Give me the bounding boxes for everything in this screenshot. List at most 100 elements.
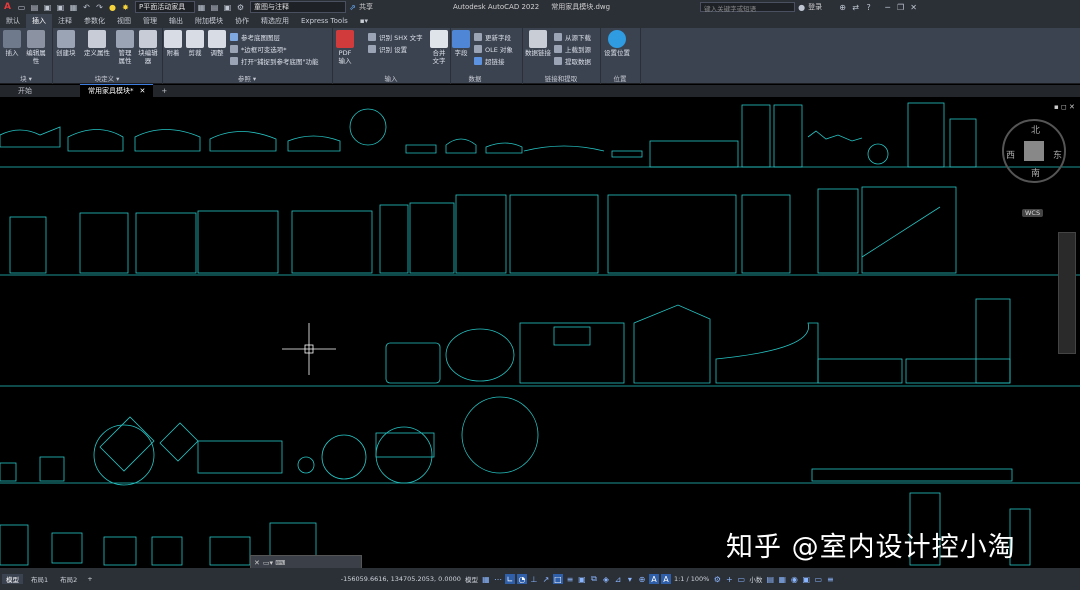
coordinate-readout[interactable]: -156059.6616, 134705.2053, 0.0000 — [341, 575, 461, 583]
annotation-visibility-icon[interactable]: A — [648, 574, 659, 584]
ole-object-row[interactable]: OLE 对象 — [474, 43, 513, 54]
quick-properties-icon[interactable]: ▤ — [765, 574, 775, 584]
upload-to-source-row[interactable]: 上载到源 — [554, 43, 591, 54]
create-block-button[interactable]: 创建块 — [56, 30, 76, 57]
search-input[interactable]: 键入关键字或短语 — [700, 2, 796, 13]
ribbon-tab[interactable]: Express Tools — [295, 14, 354, 28]
dynamic-ucs-icon[interactable]: ⊿ — [613, 574, 623, 584]
ribbon-tab[interactable]: 注释 — [52, 14, 78, 28]
viewport-controls[interactable]: ▪ ◻ ✕ — [1054, 103, 1075, 111]
object-snap-tracking-icon[interactable]: ↗ — [541, 574, 551, 584]
sun-icon[interactable]: ✸ — [121, 3, 130, 12]
extract-data-row[interactable]: 提取数据 — [554, 55, 591, 66]
customize-icon[interactable]: ≡ — [825, 574, 835, 584]
ribbon-tab[interactable]: 管理 — [137, 14, 163, 28]
attach-button[interactable]: 附着 — [164, 30, 182, 57]
ribbon-tab[interactable]: 参数化 — [78, 14, 111, 28]
transparency-icon[interactable]: ▣ — [577, 574, 587, 584]
add-layout-button[interactable]: + — [87, 575, 92, 583]
command-input[interactable]: ▭▾ ⌨ — [263, 559, 361, 567]
object-snap-icon[interactable]: □ — [552, 574, 563, 584]
ribbon-tab[interactable]: 视图 — [111, 14, 137, 28]
edit-attribute-button[interactable]: 编辑属性 — [26, 30, 46, 65]
gizmo-icon[interactable]: ⊕ — [637, 574, 647, 584]
cad-drawing[interactable] — [0, 97, 1080, 568]
help-icon[interactable]: ? — [864, 3, 873, 12]
doc-tab-start[interactable]: 开始 — [10, 85, 40, 97]
open-file-icon[interactable]: ▤ — [30, 3, 39, 12]
navigation-bar[interactable] — [1058, 232, 1076, 354]
panel-block-title[interactable]: 块 ▾ — [0, 73, 52, 83]
viewcube-south[interactable]: 南 — [1031, 166, 1040, 179]
plot-icon[interactable]: ▦ — [197, 3, 206, 12]
polar-icon[interactable]: ◔ — [516, 574, 527, 584]
set-location-button[interactable]: 设置位置 — [604, 30, 630, 57]
layout-tab[interactable]: 布局2 — [56, 574, 81, 584]
ribbon-tab[interactable]: ▪▾ — [354, 14, 374, 28]
block-editor-button[interactable]: 块编辑器 — [138, 30, 158, 65]
lightbulb-icon[interactable]: ● — [108, 3, 117, 12]
define-attribute-button[interactable]: 定义属性 — [84, 30, 110, 57]
ribbon-tab[interactable]: 输出 — [163, 14, 189, 28]
share-icon[interactable]: ⇗ — [348, 3, 357, 12]
frame-variable-row[interactable]: *边框可变选项* — [230, 43, 287, 54]
selection-cycling-icon[interactable]: ⧉ — [589, 574, 599, 584]
workspace-switch-icon[interactable]: ⚙ — [712, 574, 722, 584]
units-icon[interactable]: ▭ — [736, 574, 746, 584]
field-button[interactable]: 字段 — [452, 30, 470, 57]
share-button[interactable]: 共享 — [359, 2, 373, 12]
properties-icon[interactable]: ▣ — [223, 3, 232, 12]
recognize-shx-row[interactable]: 识别 SHX 文字 — [368, 31, 423, 42]
publish-icon[interactable]: ▤ — [210, 3, 219, 12]
combine-text-button[interactable]: 合并文字 — [430, 30, 448, 65]
gear-icon[interactable]: ⚙ — [236, 3, 245, 12]
pdf-import-button[interactable]: PDF输入 — [336, 30, 354, 65]
cart-icon[interactable]: ⊕ — [838, 3, 847, 12]
new-tab-button[interactable]: + — [153, 85, 175, 97]
3d-osnap-icon[interactable]: ◈ — [601, 574, 611, 584]
ribbon-tab[interactable]: 协作 — [229, 14, 255, 28]
undo-icon[interactable]: ↶ — [82, 3, 91, 12]
layout-tab[interactable]: 模型 — [2, 574, 23, 584]
hyperlink-row[interactable]: 超链接 — [474, 55, 505, 66]
clean-screen-icon[interactable]: ▭ — [813, 574, 823, 584]
layout-tab[interactable]: 布局1 — [27, 574, 52, 584]
hardware-acceleration-icon[interactable]: ▣ — [801, 574, 811, 584]
workspace-dropdown[interactable]: P平面活动家具 — [134, 1, 195, 13]
grid-icon[interactable]: ▦ — [481, 574, 491, 584]
viewcube-north[interactable]: 北 — [1031, 123, 1040, 136]
save-as-icon[interactable]: ▣ — [56, 3, 65, 12]
close-command-icon[interactable]: ✕ — [254, 559, 260, 567]
ribbon-tab[interactable]: 插入 — [26, 14, 52, 28]
snap-icon[interactable]: ⋯ — [493, 574, 503, 584]
panel-block-definition-title[interactable]: 块定义 ▾ — [52, 73, 162, 83]
print-icon[interactable]: ▦ — [69, 3, 78, 12]
units-dropdown[interactable]: 小数 — [749, 574, 762, 584]
manage-attribute-button[interactable]: 管理属性 — [116, 30, 134, 65]
annotation-scale[interactable]: 1:1 / 100% — [674, 575, 709, 583]
lock-ui-icon[interactable]: ▦ — [777, 574, 787, 584]
insert-button[interactable]: 插入 — [3, 30, 21, 57]
viewcube-east[interactable]: 东 — [1053, 148, 1062, 161]
login-button[interactable]: 登录 — [808, 2, 822, 12]
redo-icon[interactable]: ↷ — [95, 3, 104, 12]
command-line[interactable]: ✕ ▭▾ ⌨ — [250, 555, 362, 568]
recognize-settings-row[interactable]: 识别 设置 — [368, 43, 407, 54]
model-space-toggle[interactable]: 模型 — [465, 574, 478, 584]
viewcube[interactable]: 北 西 东 南 — [1002, 119, 1066, 183]
new-file-icon[interactable]: ▭ — [17, 3, 26, 12]
underlay-layers-row[interactable]: 参考底图图层 — [230, 31, 280, 42]
clip-button[interactable]: 剪裁 — [186, 30, 204, 57]
exchange-icon[interactable]: ⇄ — [851, 3, 860, 12]
ribbon-tab[interactable]: 精选应用 — [255, 14, 295, 28]
snap-underlay-row[interactable]: 打开"捕捉到参考底图"功能 — [230, 55, 318, 66]
layer-dropdown[interactable]: 童图与注释 — [249, 1, 346, 13]
adjust-button[interactable]: 调整 — [208, 30, 226, 57]
save-icon[interactable]: ▣ — [43, 3, 52, 12]
minimize-icon[interactable]: ─ — [883, 3, 892, 12]
close-tab-icon[interactable]: ✕ — [140, 87, 146, 95]
viewcube-top-face[interactable] — [1024, 141, 1044, 161]
download-from-source-row[interactable]: 从源下载 — [554, 31, 591, 42]
doc-tab-current[interactable]: 常用家具模块* ✕ — [80, 84, 154, 97]
lineweight-icon[interactable]: ≡ — [565, 574, 575, 584]
